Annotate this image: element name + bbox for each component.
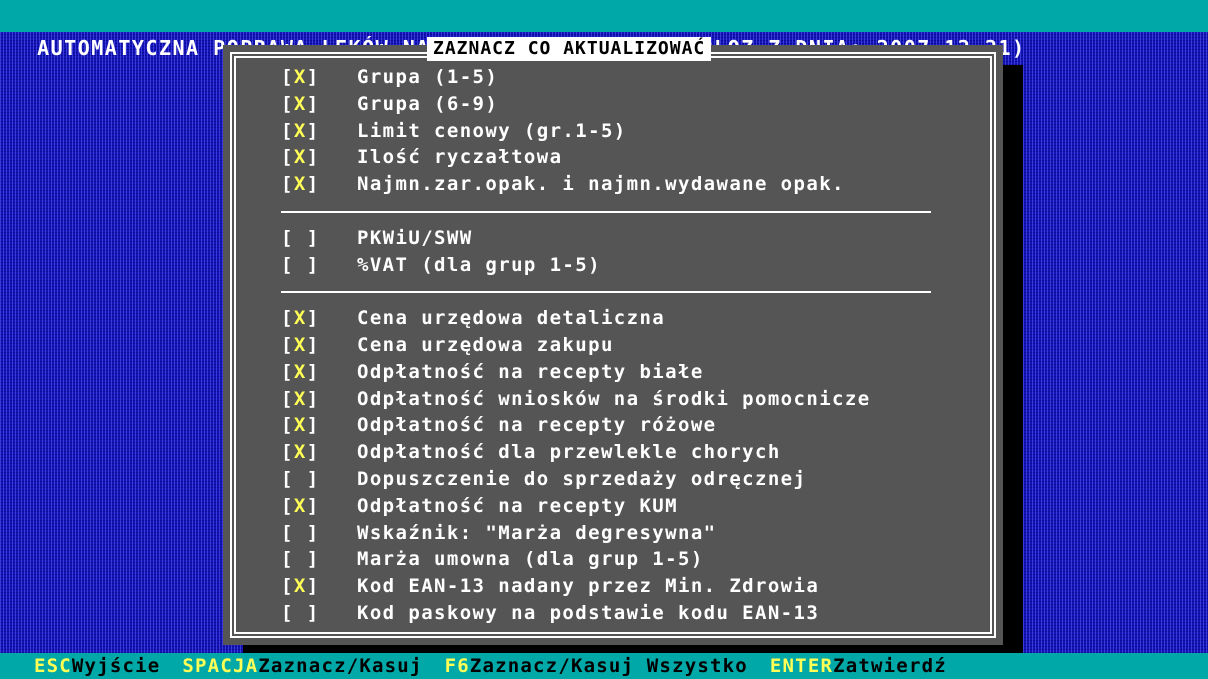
option-row[interactable]: [ ] Marża umowna (dla grup 1-5) <box>281 547 702 571</box>
check-mark: X <box>293 575 307 598</box>
option-row[interactable]: [X] Odpłatność na recepty różowe <box>281 413 715 437</box>
status-bar: ESCWyjście SPACJAZaznacz/Kasuj F6Zaznacz/K… <box>0 653 1208 679</box>
option-row[interactable]: [X] Najmn.zar.opak. i najmn.wydawane opak… <box>281 172 843 196</box>
option-checkbox[interactable]: [X] <box>281 120 320 142</box>
status-item-esc[interactable]: ESCWyjście <box>34 655 160 677</box>
option-checkbox[interactable]: [X] <box>281 93 320 115</box>
option-checkbox[interactable]: [X] <box>281 361 320 383</box>
status-hotkey-label: Zaznacz/Kasuj Wszystko <box>469 655 748 677</box>
update-options-dialog: ZAZNACZ CO AKTUALIZOWAĆ [X] Grupa (1-5) [X… <box>223 37 1003 645</box>
option-row[interactable]: [X] Kod EAN-13 nadany przez Min. Zdrowia <box>281 574 818 598</box>
status-item-f6[interactable]: F6Zaznacz/Kasuj Wszystko <box>445 655 748 677</box>
option-row[interactable]: [X] Odpłatność dla przewlekle chorych <box>281 440 779 464</box>
check-mark <box>294 522 307 544</box>
option-row[interactable]: [X] Odpłatność na recepty białe <box>281 360 702 384</box>
check-mark: X <box>293 441 307 464</box>
option-checkbox[interactable]: [X] <box>281 173 320 195</box>
option-row[interactable]: [ ] %VAT (dla grup 1-5) <box>281 253 600 277</box>
check-mark <box>294 227 307 249</box>
option-checkbox[interactable]: [X] <box>281 388 320 410</box>
check-mark <box>294 254 307 276</box>
option-checkbox[interactable]: [ ] <box>281 468 320 490</box>
option-row[interactable]: [X] Grupa (1-5) <box>281 65 497 89</box>
option-label: Grupa (1-5) <box>357 66 499 88</box>
status-hotkey-label: Wyjście <box>71 655 161 677</box>
option-row[interactable]: [X] Odpłatność na recepty KUM <box>281 494 677 518</box>
option-label: Odpłatność wniosków na środki pomocnicze <box>357 387 871 410</box>
option-row[interactable]: [X] Grupa (6-9) <box>281 92 497 116</box>
option-row[interactable]: [X] Odpłatność wniosków na środki pomocni… <box>281 387 869 411</box>
option-row[interactable]: [ ] Kod paskowy na podstawie kodu EAN-13 <box>281 601 818 625</box>
check-mark: X <box>293 414 307 437</box>
option-label: Marża umowna (dla grup 1-5) <box>357 548 704 571</box>
option-checkbox[interactable]: [X] <box>281 146 320 168</box>
option-checkbox[interactable]: [X] <box>281 495 320 517</box>
status-item-enter[interactable]: ENTERZatwierdź <box>770 655 947 677</box>
check-mark: X <box>293 387 307 410</box>
option-checkbox[interactable]: [X] <box>281 414 320 436</box>
option-label: Wskaźnik: "Marża degresywna" <box>357 521 717 544</box>
option-label: %VAT (dla grup 1-5) <box>357 253 601 276</box>
option-label: PKWiU/SWW <box>357 226 473 249</box>
option-row[interactable]: [ ] PKWiU/SWW <box>281 226 471 250</box>
option-checkbox[interactable]: [X] <box>281 307 320 329</box>
title-bar: AUTOMATYCZNA POPRAWA LEKÓW NA PODSTAWIE … <box>0 0 1208 60</box>
status-hotkey: ENTER <box>769 655 834 677</box>
option-checkbox[interactable]: [ ] <box>281 522 320 544</box>
option-checkbox[interactable]: [X] <box>281 66 320 88</box>
option-label: Kod EAN-13 nadany przez Min. Zdrowia <box>357 575 820 598</box>
option-checkbox[interactable]: [X] <box>281 575 320 597</box>
option-checkbox[interactable]: [X] <box>281 441 320 463</box>
check-mark: X <box>293 307 307 330</box>
group-separator <box>281 291 931 294</box>
check-mark <box>294 548 307 570</box>
option-label: Grupa (6-9) <box>357 92 499 115</box>
option-label: Cena urzędowa detaliczna <box>357 307 666 330</box>
status-hotkey-label: Zatwierdź <box>833 655 947 677</box>
check-mark: X <box>293 119 307 142</box>
option-label: Najmn.zar.opak. i najmn.wydawane opak. <box>357 173 845 196</box>
option-checkbox[interactable]: [ ] <box>281 254 320 276</box>
status-hotkey: SPACJA <box>182 655 259 677</box>
option-row[interactable]: [X] Cena urzędowa detaliczna <box>281 306 664 330</box>
check-mark: X <box>293 334 307 356</box>
check-mark <box>294 602 307 624</box>
option-checkbox[interactable]: [X] <box>281 334 320 356</box>
check-mark <box>294 468 307 490</box>
check-mark: X <box>293 146 307 169</box>
group-separator <box>281 211 931 213</box>
option-row[interactable]: [X] Limit cenowy (gr.1-5) <box>281 119 625 143</box>
option-label: Cena urzędowa zakupu <box>357 334 614 356</box>
option-row[interactable]: [ ] Wskaźnik: "Marża degresywna" <box>281 521 715 545</box>
check-mark: X <box>293 92 307 115</box>
option-checkbox[interactable]: [ ] <box>281 548 320 570</box>
option-label: Odpłatność na recepty KUM <box>357 494 678 517</box>
option-label: Odpłatność na recepty białe <box>357 360 704 383</box>
option-label: Odpłatność na recepty różowe <box>357 414 717 437</box>
option-label: Odpłatność dla przewlekle chorych <box>357 441 781 464</box>
status-hotkey-label: Zaznacz/Kasuj <box>258 655 423 677</box>
option-label: Dopuszczenie do sprzedaży odręcznej <box>357 468 807 490</box>
status-item-spacja[interactable]: SPACJAZaznacz/Kasuj <box>182 655 422 677</box>
option-label: Limit cenowy (gr.1-5) <box>357 119 627 142</box>
option-label: Ilość ryczałtowa <box>357 146 563 169</box>
check-mark: X <box>293 66 307 88</box>
option-checkbox[interactable]: [ ] <box>281 602 320 624</box>
check-mark: X <box>293 173 307 196</box>
status-hotkey: ESC <box>34 655 72 677</box>
option-checkbox[interactable]: [ ] <box>281 227 320 249</box>
status-hotkey: F6 <box>444 655 470 677</box>
option-row[interactable]: [X] Ilość ryczałtowa <box>281 145 561 169</box>
option-row[interactable]: [X] Cena urzędowa zakupu <box>281 333 612 357</box>
check-mark: X <box>293 360 307 383</box>
option-row[interactable]: [ ] Dopuszczenie do sprzedaży odręcznej <box>281 467 805 491</box>
check-mark: X <box>293 494 307 517</box>
dialog-title: ZAZNACZ CO AKTUALIZOWAĆ <box>427 37 712 61</box>
option-label: Kod paskowy na podstawie kodu EAN-13 <box>357 602 820 624</box>
